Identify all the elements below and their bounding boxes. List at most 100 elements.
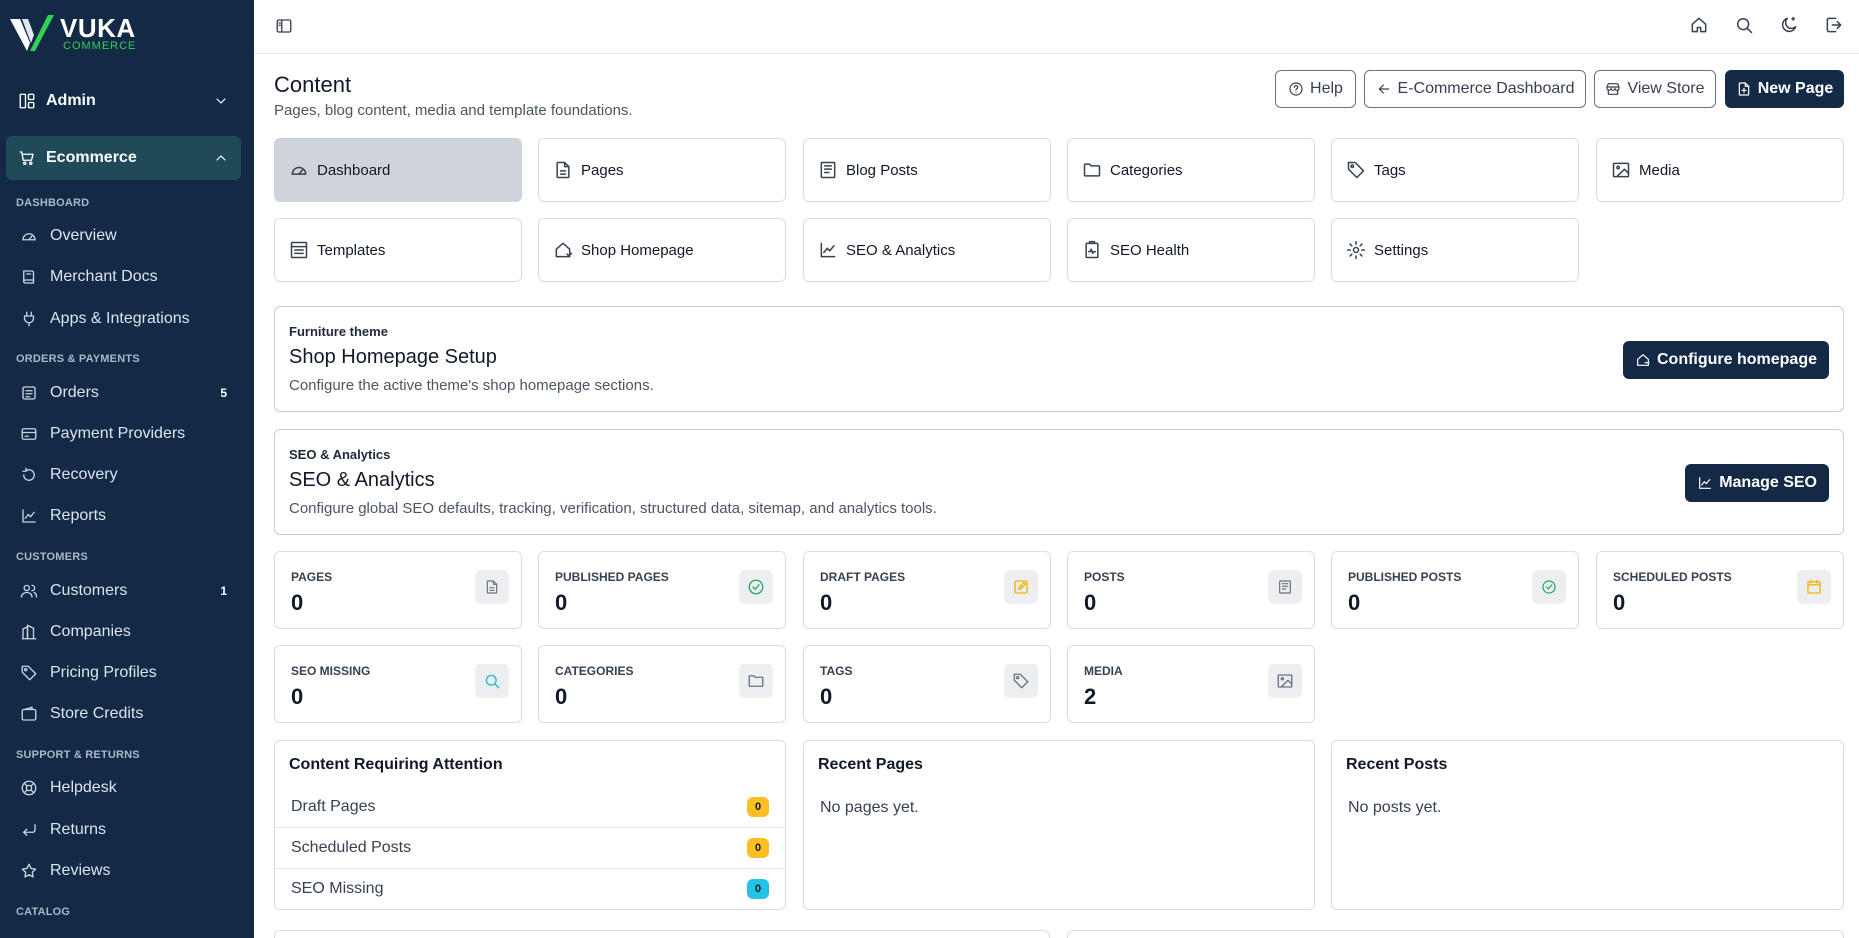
sidebar-item-reviews[interactable]: Reviews (6, 853, 241, 889)
stat-label: MEDIA (1084, 664, 1123, 678)
tile-label: Dashboard (317, 161, 391, 179)
nav-admin-label: Admin (46, 92, 96, 109)
new-page-button[interactable]: New Page (1725, 70, 1844, 108)
attention-row-seo-missing[interactable]: SEO Missing 0 (275, 868, 785, 909)
empty-state-text: No pages yet. (820, 799, 919, 816)
theme-toggle-icon[interactable] (1779, 15, 1799, 35)
template-icon (289, 240, 309, 260)
card-eyebrow: Furniture theme (289, 324, 388, 339)
orders-count-badge: 5 (220, 386, 227, 400)
brand-name: VUKA (60, 12, 136, 43)
sidebar-item-helpdesk[interactable]: Helpdesk (6, 770, 241, 806)
tag-icon (20, 664, 38, 682)
gauge-icon (289, 160, 309, 180)
sidebar-item-orders[interactable]: Orders 5 (6, 375, 241, 411)
file-plus-icon (1736, 81, 1752, 97)
sidebar-item-customers[interactable]: Customers 1 (6, 573, 241, 609)
sidebar-item-store-credits[interactable]: Store Credits (6, 696, 241, 732)
count-badge: 0 (747, 879, 769, 899)
home-icon (1635, 352, 1651, 368)
sidebar-toggle-icon[interactable] (275, 17, 293, 35)
ecommerce-dashboard-button[interactable]: E-Commerce Dashboard (1364, 70, 1586, 108)
file-icon (475, 570, 509, 604)
sidebar-item-pricing-profiles[interactable]: Pricing Profiles (6, 655, 241, 691)
stat-value: 0 (820, 684, 833, 709)
configure-homepage-button[interactable]: Configure homepage (1622, 341, 1829, 379)
manage-seo-label: Manage SEO (1719, 474, 1817, 491)
tag-icon (1004, 664, 1038, 698)
tile-media[interactable]: Media (1596, 138, 1844, 202)
tile-categories[interactable]: Categories (1067, 138, 1315, 202)
tile-tags[interactable]: Tags (1331, 138, 1579, 202)
section-customers: CUSTOMERS (16, 551, 88, 563)
users-icon (20, 582, 38, 600)
sidebar-item-label: Recovery (50, 466, 118, 483)
tile-seo-analytics[interactable]: SEO & Analytics (803, 218, 1051, 282)
nav-ecommerce[interactable]: Ecommerce (6, 136, 241, 180)
sidebar-item-reports[interactable]: Reports (6, 498, 241, 534)
cart-icon (18, 149, 36, 167)
section-catalog: CATALOG (16, 906, 71, 918)
section-orders-payments: ORDERS & PAYMENTS (16, 353, 140, 365)
home-icon[interactable] (1689, 15, 1709, 35)
sidebar-item-label: Returns (50, 821, 107, 838)
sidebar-item-label: Helpdesk (50, 779, 117, 796)
logout-icon[interactable] (1824, 15, 1844, 35)
stat-label: POSTS (1084, 570, 1125, 584)
empty-state-text: No posts yet. (1348, 799, 1442, 816)
attention-row-draft-pages[interactable]: Draft Pages 0 (275, 786, 785, 827)
book-icon (20, 268, 38, 286)
sidebar-item-label: Orders (50, 384, 99, 401)
sidebar-item-overview[interactable]: Overview (6, 218, 241, 254)
manage-seo-button[interactable]: Manage SEO (1685, 464, 1829, 502)
sidebar-item-payment-providers[interactable]: Payment Providers (6, 416, 241, 452)
arrow-left-icon (1376, 81, 1392, 97)
star-icon (20, 862, 38, 880)
customers-count-badge: 1 (220, 584, 227, 598)
sidebar-item-companies[interactable]: Companies (6, 614, 241, 650)
image-icon (1268, 664, 1302, 698)
search-icon[interactable] (1734, 15, 1754, 35)
tile-label: Shop Homepage (581, 241, 694, 259)
view-store-label: View Store (1627, 80, 1705, 97)
help-button[interactable]: Help (1275, 70, 1356, 108)
stat-scheduled-posts: SCHEDULED POSTS 0 (1596, 551, 1844, 629)
edit-icon (1004, 570, 1038, 604)
stat-label: PUBLISHED POSTS (1348, 570, 1462, 584)
file-icon (553, 160, 573, 180)
chart-icon (20, 507, 38, 525)
lifebuoy-icon (20, 779, 38, 797)
tile-seo-health[interactable]: SEO Health (1067, 218, 1315, 282)
sidebar-item-apps[interactable]: Apps & Integrations (6, 301, 241, 337)
sidebar-item-label: Merchant Docs (50, 268, 158, 285)
chart-icon (818, 240, 838, 260)
help-button-label: Help (1310, 80, 1343, 97)
brand-logo[interactable]: VUKA COMMERCE (8, 10, 136, 56)
sidebar-item-label: Store Credits (50, 705, 144, 722)
sidebar-item-returns[interactable]: Returns (6, 812, 241, 848)
stat-published-posts: PUBLISHED POSTS 0 (1331, 551, 1579, 629)
nav-admin[interactable]: Admin (6, 79, 241, 123)
sidebar-item-merchant-docs[interactable]: Merchant Docs (6, 259, 241, 295)
tile-shop-homepage[interactable]: Shop Homepage (538, 218, 786, 282)
image-icon (1611, 160, 1631, 180)
tile-label: Categories (1110, 161, 1183, 179)
tile-pages[interactable]: Pages (538, 138, 786, 202)
card-title: SEO & Analytics (289, 469, 435, 491)
stat-tags: TAGS 0 (803, 645, 1051, 723)
content-attention-panel: Content Requiring Attention Draft Pages … (274, 740, 786, 910)
page-title: Content (274, 72, 352, 97)
stat-draft-pages: DRAFT PAGES 0 (803, 551, 1051, 629)
attention-row-scheduled-posts[interactable]: Scheduled Posts 0 (275, 827, 785, 868)
help-circle-icon (1288, 81, 1304, 97)
chart-icon (1697, 475, 1713, 491)
card-title: Shop Homepage Setup (289, 346, 497, 368)
panel-title: Recent Posts (1346, 756, 1448, 773)
view-store-button[interactable]: View Store (1594, 70, 1716, 108)
home-icon (553, 240, 573, 260)
tile-blog-posts[interactable]: Blog Posts (803, 138, 1051, 202)
tile-dashboard[interactable]: Dashboard (274, 138, 522, 202)
tile-templates[interactable]: Templates (274, 218, 522, 282)
tile-settings[interactable]: Settings (1331, 218, 1579, 282)
sidebar-item-recovery[interactable]: Recovery (6, 457, 241, 493)
